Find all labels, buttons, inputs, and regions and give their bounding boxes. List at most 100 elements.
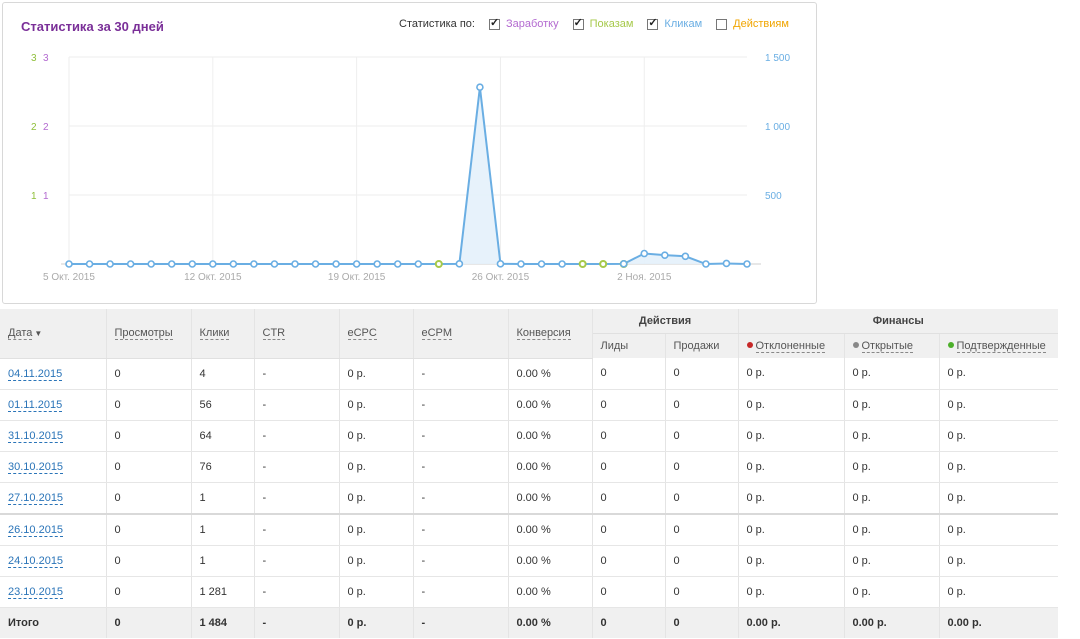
- col-ctr[interactable]: CTR: [254, 309, 340, 359]
- col-open[interactable]: Открытые: [844, 333, 940, 358]
- clicks-point: [188, 260, 197, 268]
- leads-cell: 0: [592, 482, 666, 515]
- clicks-point: [640, 249, 649, 258]
- clicks-cell: 1: [191, 513, 255, 546]
- date-link[interactable]: 01.11.2015: [8, 398, 63, 412]
- col-clicks[interactable]: Клики: [191, 309, 255, 359]
- ctr-cell: -: [254, 420, 340, 452]
- clicks-point: [85, 260, 94, 268]
- left-axis-tick-green: 3: [31, 53, 37, 64]
- clicks-point: [209, 260, 217, 268]
- total-conversion: 0.00 %: [508, 607, 593, 638]
- rejected-cell: 0 р.: [738, 451, 845, 483]
- stats-table-wrapper: Дата ▼ Просмотры Клики CTR eCPC eCPM Конв…: [0, 309, 1059, 638]
- clicks-point: [167, 260, 176, 268]
- total-rejected: 0.00 р.: [738, 607, 845, 638]
- conversion-cell: 0.00 %: [508, 482, 593, 515]
- clicks-point: [661, 251, 669, 259]
- clicks-point: [496, 260, 505, 268]
- right-axis-tick: 1 500: [765, 53, 790, 64]
- clicks-cell: 1: [191, 545, 255, 577]
- clicks-point: [619, 260, 628, 268]
- sales-cell: 0: [665, 420, 739, 452]
- ecpm-sort-link[interactable]: eCPM: [421, 327, 453, 341]
- ctr-cell: -: [254, 545, 340, 577]
- sales-cell: 0: [665, 451, 739, 483]
- total-views: 0: [106, 607, 192, 638]
- ecpm-cell: -: [413, 545, 509, 577]
- clicks-cell: 64: [191, 420, 255, 452]
- confirmed-cell: 0 р.: [939, 545, 1059, 577]
- views-sort-link[interactable]: Просмотры: [114, 327, 173, 341]
- clicks-cell: 1: [191, 482, 255, 515]
- clicks-point: [722, 259, 731, 268]
- left-axis-tick-green: 2: [31, 122, 37, 133]
- clicks-point: [517, 260, 525, 268]
- table-row: 26.10.2015 0 1-0 р. -0.00 % 0 0 0 р. 0 р. 0 р.: [0, 513, 1059, 546]
- ecpc-sort-link[interactable]: eCPC: [347, 327, 377, 341]
- rejected-sort-link[interactable]: Отклоненные: [755, 340, 826, 353]
- col-confirmed[interactable]: Подтвержденные: [939, 333, 1059, 358]
- conversion-cell: 0.00 %: [508, 358, 593, 390]
- sales-cell: 0: [665, 576, 739, 608]
- clicks-point: [476, 83, 484, 92]
- ecpm-cell: -: [413, 513, 509, 546]
- conversion-cell: 0.00 %: [508, 576, 593, 608]
- col-ecpm[interactable]: eCPM: [413, 309, 509, 359]
- clicks-cell: 76: [191, 451, 255, 483]
- open-sort-link[interactable]: Открытые: [861, 340, 913, 353]
- date-cell: 26.10.2015: [0, 513, 107, 546]
- date-link[interactable]: 30.10.2015: [8, 460, 64, 474]
- right-axis-tick: 1 000: [765, 122, 790, 133]
- ecpc-cell: 0 р.: [339, 545, 414, 577]
- clicks-point: [455, 260, 464, 268]
- total-row: Итого 0 1 484 - 0 р. - 0.00 % 0 0 0.00 р…: [0, 607, 1059, 638]
- date-link[interactable]: 26.10.2015: [8, 523, 64, 537]
- date-link[interactable]: 31.10.2015: [8, 429, 64, 443]
- ecpm-cell: -: [413, 389, 509, 421]
- col-views[interactable]: Просмотры: [106, 309, 192, 359]
- sales-cell: 0: [665, 358, 739, 390]
- ctr-sort-link[interactable]: CTR: [262, 327, 286, 341]
- views-cell: 0: [106, 482, 192, 515]
- table-row: 30.10.2015 0 76-0 р. -0.00 % 0 0 0 р. 0 р. 0 р.: [0, 451, 1059, 483]
- open-cell: 0 р.: [844, 545, 940, 577]
- rejected-cell: 0 р.: [738, 545, 845, 577]
- total-label: Итого: [0, 607, 107, 638]
- clicks-point: [106, 260, 114, 268]
- table-row: 04.11.2015 0 4-0 р. -0.00 % 0 0 0 р. 0 р. 0 р.: [0, 358, 1059, 390]
- ecpm-cell: -: [413, 482, 509, 515]
- ctr-cell: -: [254, 576, 340, 608]
- confirmed-dot-icon: [947, 342, 954, 348]
- col-leads: Лиды: [592, 333, 666, 358]
- conversion-cell: 0.00 %: [508, 451, 593, 483]
- confirmed-sort-link[interactable]: Подтвержденные: [956, 340, 1046, 353]
- ecpc-cell: 0 р.: [339, 576, 414, 608]
- date-link[interactable]: 27.10.2015: [8, 491, 64, 505]
- col-rejected[interactable]: Отклоненные: [738, 333, 845, 358]
- leads-cell: 0: [592, 545, 666, 577]
- col-ecpc[interactable]: eCPC: [339, 309, 414, 359]
- date-link[interactable]: 04.11.2015: [8, 367, 63, 381]
- rejected-cell: 0 р.: [738, 576, 845, 608]
- x-axis-tick: 26 Окт. 2015: [472, 272, 530, 283]
- clicks-point: [332, 260, 340, 268]
- sales-cell: 0: [665, 482, 739, 515]
- actions-group-header: Действия: [592, 309, 739, 334]
- col-conversion[interactable]: Конверсия: [508, 309, 593, 359]
- clicks-sort-link[interactable]: Клики: [199, 327, 230, 341]
- line-chart: 3 3 2 2 1 1 1 500 1 000 500 5 Окт. 2015 12 Окт. 20…: [31, 53, 790, 283]
- conversion-sort-link[interactable]: Конверсия: [516, 327, 571, 341]
- total-ecpc: 0 р.: [339, 607, 414, 638]
- date-link[interactable]: 24.10.2015: [8, 554, 64, 568]
- date-link[interactable]: 23.10.2015: [8, 585, 64, 599]
- clicks-point: [126, 260, 135, 268]
- views-cell: 0: [106, 451, 192, 483]
- rejected-cell: 0 р.: [738, 482, 845, 515]
- ecpm-cell: -: [413, 358, 509, 390]
- date-sort-link[interactable]: Дата: [8, 327, 33, 341]
- clicks-point: [558, 260, 566, 268]
- col-date[interactable]: Дата ▼: [0, 309, 107, 359]
- left-axis-tick-purple: 3: [43, 53, 49, 64]
- total-confirmed: 0.00 р.: [939, 607, 1059, 638]
